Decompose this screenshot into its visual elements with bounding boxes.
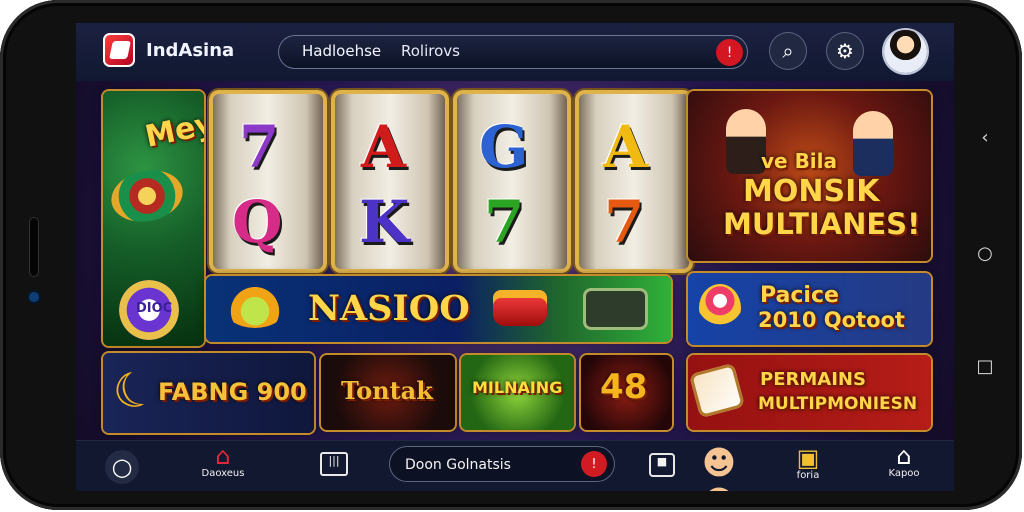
side-button bbox=[30, 218, 38, 276]
bottom-camera-button[interactable]: ■ bbox=[649, 453, 675, 477]
bottom-gift-label: foria bbox=[796, 470, 820, 481]
reel-symbol: A bbox=[361, 113, 407, 181]
bottom-home-button[interactable]: ⌂ Daoxeus bbox=[198, 444, 248, 479]
host-figure bbox=[853, 111, 893, 176]
bottom-book-button[interactable]: ||| bbox=[320, 452, 348, 476]
featured-game-card[interactable]: ve Bila MONSIK MULTIANES! bbox=[688, 91, 931, 261]
chip-label: DIOC bbox=[136, 301, 173, 316]
dice-icon bbox=[688, 362, 746, 419]
search-icon: ○ bbox=[111, 453, 133, 481]
reel-symbol: G bbox=[479, 113, 529, 181]
promo-card-title: PERMAINS bbox=[760, 369, 866, 390]
top-bar: IndAsina Hadloehse Rolirovs ! ⌕ ⚙ bbox=[76, 23, 954, 81]
leaf-icon bbox=[224, 286, 286, 328]
featured-game-title-line2: MULTIANES! bbox=[723, 207, 921, 241]
camera-dot bbox=[29, 292, 39, 302]
bottom-search-button[interactable]: ○ bbox=[105, 450, 139, 484]
game-tile-label: 48 bbox=[600, 367, 648, 407]
gear-icon[interactable]: ⚙ bbox=[826, 32, 864, 70]
slot-reel[interactable]: G 7 bbox=[453, 90, 571, 273]
recent-nav-icon[interactable]: □ bbox=[972, 353, 998, 379]
bottom-house-label: Kapoo bbox=[888, 468, 920, 479]
reel-symbol: 7 bbox=[484, 188, 525, 256]
slot-reel[interactable]: A 7 bbox=[575, 90, 693, 273]
game-tile-tontak[interactable]: Tontak bbox=[321, 355, 455, 430]
slot-reel[interactable]: 7 Q bbox=[209, 90, 327, 273]
left-promo-title: Mey bbox=[142, 106, 204, 155]
app-title: IndAsina bbox=[146, 40, 235, 61]
bottom-house-button[interactable]: ⌂ Kapoo bbox=[877, 444, 931, 479]
mascot-icon bbox=[699, 284, 741, 332]
search-text-left: Hadloehse bbox=[302, 42, 382, 60]
game-tile-48[interactable]: 48 bbox=[581, 355, 672, 430]
roulette-icon bbox=[106, 164, 188, 228]
characters-button[interactable]: ☻☻ bbox=[690, 443, 748, 491]
slot-machine-icon bbox=[583, 288, 648, 330]
search-icon[interactable]: ⌕ bbox=[769, 32, 807, 70]
reel-symbol: Q bbox=[232, 188, 283, 256]
bottom-gift-button[interactable]: ▣ foria bbox=[780, 446, 836, 481]
reel-symbol: 7 bbox=[239, 113, 280, 181]
reel-symbol: A bbox=[603, 113, 649, 181]
avatar[interactable] bbox=[884, 30, 927, 73]
characters-icon: ☻☻ bbox=[701, 443, 737, 491]
store-icon: ⌂ bbox=[215, 442, 231, 470]
reel-symbol: 7 bbox=[604, 188, 645, 256]
home-nav-icon[interactable]: ○ bbox=[972, 240, 998, 266]
bonus-banner-title: NASIOO bbox=[308, 288, 470, 329]
house-icon: ⌂ bbox=[896, 442, 912, 470]
left-bottom-promo[interactable]: ☾ FABNG 900 bbox=[103, 353, 314, 433]
book-icon: ||| bbox=[328, 454, 340, 467]
slot-reel[interactable]: A K bbox=[331, 90, 449, 273]
back-nav-icon[interactable]: ‹ bbox=[972, 124, 998, 150]
bottom-alert-icon[interactable]: ! bbox=[581, 451, 607, 477]
left-promo-tile[interactable]: Mey DIOC bbox=[103, 91, 204, 346]
featured-game-title-line1: MONSIK bbox=[743, 174, 880, 209]
game-tile-label: MILNAING bbox=[472, 378, 563, 397]
camera-icon: ■ bbox=[656, 455, 668, 468]
alert-icon[interactable]: ! bbox=[716, 39, 743, 66]
promo-card-pacice[interactable]: Pacice 2010 Qotoot bbox=[688, 273, 931, 345]
game-tile-label: Tontak bbox=[341, 376, 433, 405]
promo-card-subtitle: 2010 Qotoot bbox=[758, 308, 905, 332]
app-logo[interactable] bbox=[103, 33, 135, 67]
app-screen: IndAsina Hadloehse Rolirovs ! ⌕ ⚙ Mey DI… bbox=[76, 23, 954, 491]
bonus-banner[interactable]: NASIOO bbox=[206, 276, 671, 342]
search-text-right: Rolirovs bbox=[401, 42, 460, 60]
host-figure bbox=[726, 109, 766, 174]
promo-card-subtitle: MULTIPMONIESN bbox=[758, 394, 918, 414]
phone-frame: ‹ ○ □ IndAsina Hadloehse Rolirovs ! ⌕ ⚙ … bbox=[0, 0, 1022, 510]
left-bottom-title: FABNG 900 bbox=[158, 378, 307, 406]
bottom-home-label: Daoxeus bbox=[201, 468, 245, 479]
bottom-search-text: Doon Golnatsis bbox=[405, 457, 511, 473]
reel-symbol: K bbox=[359, 188, 410, 256]
treasure-icon bbox=[493, 290, 547, 326]
promo-card-title: Pacice bbox=[760, 283, 839, 308]
moon-icon: ☾ bbox=[104, 357, 165, 425]
game-tile-milnaing[interactable]: MILNAING bbox=[461, 355, 574, 430]
promo-card-permains[interactable]: PERMAINS MULTIPMONIESN bbox=[688, 355, 931, 430]
featured-game-kicker: ve Bila bbox=[761, 149, 838, 173]
treasure-icon: ▣ bbox=[796, 444, 820, 472]
